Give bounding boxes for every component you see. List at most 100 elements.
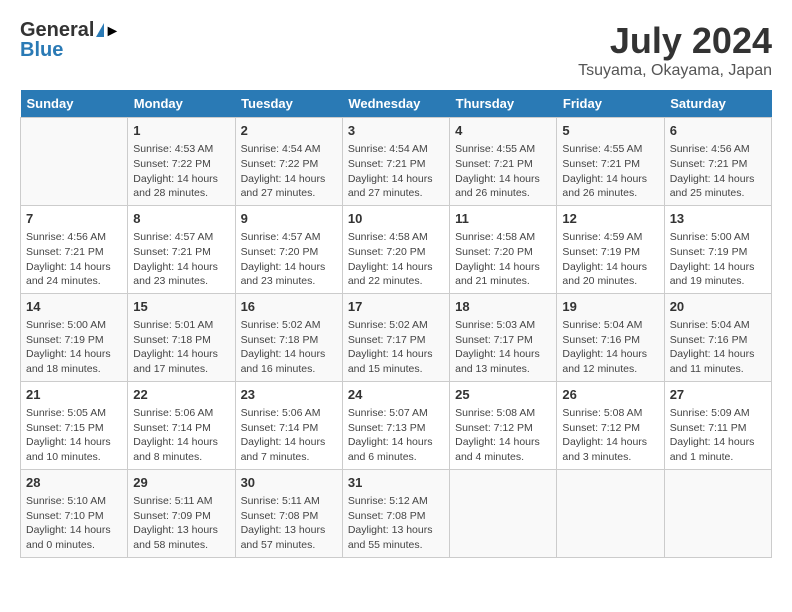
day-number: 1 bbox=[133, 122, 229, 140]
day-number: 22 bbox=[133, 386, 229, 404]
day-number: 27 bbox=[670, 386, 766, 404]
day-content: Sunrise: 5:09 AM Sunset: 7:11 PM Dayligh… bbox=[670, 406, 766, 465]
day-content: Sunrise: 5:03 AM Sunset: 7:17 PM Dayligh… bbox=[455, 318, 551, 377]
day-content: Sunrise: 5:02 AM Sunset: 7:17 PM Dayligh… bbox=[348, 318, 444, 377]
header-cell-tuesday: Tuesday bbox=[235, 90, 342, 118]
day-content: Sunrise: 5:04 AM Sunset: 7:16 PM Dayligh… bbox=[562, 318, 658, 377]
day-number: 16 bbox=[241, 298, 337, 316]
day-content: Sunrise: 4:58 AM Sunset: 7:20 PM Dayligh… bbox=[455, 230, 551, 289]
week-row-1: 1 Sunrise: 4:53 AM Sunset: 7:22 PM Daylig… bbox=[21, 118, 772, 206]
day-content: Sunrise: 5:06 AM Sunset: 7:14 PM Dayligh… bbox=[241, 406, 337, 465]
day-content: Sunrise: 4:53 AM Sunset: 7:22 PM Dayligh… bbox=[133, 142, 229, 201]
header-cell-wednesday: Wednesday bbox=[342, 90, 449, 118]
day-content: Sunrise: 4:54 AM Sunset: 7:21 PM Dayligh… bbox=[348, 142, 444, 201]
day-number: 10 bbox=[348, 210, 444, 228]
day-number: 11 bbox=[455, 210, 551, 228]
day-number: 31 bbox=[348, 474, 444, 492]
calendar-cell: 18 Sunrise: 5:03 AM Sunset: 7:17 PM Dayli… bbox=[450, 293, 557, 381]
calendar-cell: 28 Sunrise: 5:10 AM Sunset: 7:10 PM Dayli… bbox=[21, 469, 128, 557]
calendar-cell: 24 Sunrise: 5:07 AM Sunset: 7:13 PM Dayli… bbox=[342, 381, 449, 469]
logo-icon: ► bbox=[96, 23, 104, 37]
logo-blue-text: Blue bbox=[20, 40, 63, 60]
day-number: 6 bbox=[670, 122, 766, 140]
day-content: Sunrise: 4:57 AM Sunset: 7:20 PM Dayligh… bbox=[241, 230, 337, 289]
calendar-cell bbox=[21, 118, 128, 206]
day-number: 4 bbox=[455, 122, 551, 140]
calendar-cell: 2Sunrise: 4:54 AM Sunset: 7:22 PM Daylig… bbox=[235, 118, 342, 206]
header-cell-friday: Friday bbox=[557, 90, 664, 118]
day-content: Sunrise: 5:05 AM Sunset: 7:15 PM Dayligh… bbox=[26, 406, 122, 465]
day-number: 3 bbox=[348, 122, 444, 140]
calendar-cell: 16 Sunrise: 5:02 AM Sunset: 7:18 PM Dayli… bbox=[235, 293, 342, 381]
day-content: Sunrise: 5:02 AM Sunset: 7:18 PM Dayligh… bbox=[241, 318, 337, 377]
day-number: 28 bbox=[26, 474, 122, 492]
day-content: Sunrise: 5:04 AM Sunset: 7:16 PM Dayligh… bbox=[670, 318, 766, 377]
calendar-cell bbox=[450, 469, 557, 557]
week-row-5: 28 Sunrise: 5:10 AM Sunset: 7:10 PM Dayli… bbox=[21, 469, 772, 557]
calendar-cell: 26Sunrise: 5:08 AM Sunset: 7:12 PM Dayli… bbox=[557, 381, 664, 469]
calendar-cell: 21 Sunrise: 5:05 AM Sunset: 7:15 PM Dayli… bbox=[21, 381, 128, 469]
calendar-cell: 23 Sunrise: 5:06 AM Sunset: 7:14 PM Dayli… bbox=[235, 381, 342, 469]
day-content: Sunrise: 5:01 AM Sunset: 7:18 PM Dayligh… bbox=[133, 318, 229, 377]
calendar-cell bbox=[664, 469, 771, 557]
header-row: SundayMondayTuesdayWednesdayThursdayFrid… bbox=[21, 90, 772, 118]
day-number: 17 bbox=[348, 298, 444, 316]
title-section: July 2024 Tsuyama, Okayama, Japan bbox=[578, 20, 772, 80]
day-number: 25 bbox=[455, 386, 551, 404]
calendar-cell: 31Sunrise: 5:12 AM Sunset: 7:08 PM Dayli… bbox=[342, 469, 449, 557]
day-content: Sunrise: 5:10 AM Sunset: 7:10 PM Dayligh… bbox=[26, 494, 122, 553]
header-cell-monday: Monday bbox=[128, 90, 235, 118]
calendar-cell: 19Sunrise: 5:04 AM Sunset: 7:16 PM Dayli… bbox=[557, 293, 664, 381]
calendar-header: SundayMondayTuesdayWednesdayThursdayFrid… bbox=[21, 90, 772, 118]
logo: General ► Blue bbox=[20, 20, 104, 60]
day-number: 24 bbox=[348, 386, 444, 404]
day-number: 15 bbox=[133, 298, 229, 316]
month-title: July 2024 bbox=[578, 20, 772, 62]
page-header: General ► Blue July 2024 Tsuyama, Okayam… bbox=[20, 20, 772, 80]
day-number: 2 bbox=[241, 122, 337, 140]
day-content: Sunrise: 4:58 AM Sunset: 7:20 PM Dayligh… bbox=[348, 230, 444, 289]
day-content: Sunrise: 4:56 AM Sunset: 7:21 PM Dayligh… bbox=[26, 230, 122, 289]
calendar-cell: 17 Sunrise: 5:02 AM Sunset: 7:17 PM Dayli… bbox=[342, 293, 449, 381]
day-number: 14 bbox=[26, 298, 122, 316]
calendar-cell: 22 Sunrise: 5:06 AM Sunset: 7:14 PM Dayli… bbox=[128, 381, 235, 469]
day-content: Sunrise: 5:00 AM Sunset: 7:19 PM Dayligh… bbox=[26, 318, 122, 377]
calendar-cell: 20 Sunrise: 5:04 AM Sunset: 7:16 PM Dayli… bbox=[664, 293, 771, 381]
week-row-3: 14 Sunrise: 5:00 AM Sunset: 7:19 PM Dayli… bbox=[21, 293, 772, 381]
calendar-cell: 11 Sunrise: 4:58 AM Sunset: 7:20 PM Dayli… bbox=[450, 205, 557, 293]
header-cell-thursday: Thursday bbox=[450, 90, 557, 118]
day-content: Sunrise: 4:55 AM Sunset: 7:21 PM Dayligh… bbox=[455, 142, 551, 201]
day-content: Sunrise: 4:57 AM Sunset: 7:21 PM Dayligh… bbox=[133, 230, 229, 289]
day-content: Sunrise: 5:07 AM Sunset: 7:13 PM Dayligh… bbox=[348, 406, 444, 465]
calendar-cell: 5Sunrise: 4:55 AM Sunset: 7:21 PM Daylig… bbox=[557, 118, 664, 206]
calendar-cell: 29 Sunrise: 5:11 AM Sunset: 7:09 PM Dayli… bbox=[128, 469, 235, 557]
logo-general-text: General bbox=[20, 20, 94, 40]
day-number: 8 bbox=[133, 210, 229, 228]
day-number: 18 bbox=[455, 298, 551, 316]
day-number: 21 bbox=[26, 386, 122, 404]
calendar-cell: 1 Sunrise: 4:53 AM Sunset: 7:22 PM Daylig… bbox=[128, 118, 235, 206]
calendar-cell: 30Sunrise: 5:11 AM Sunset: 7:08 PM Dayli… bbox=[235, 469, 342, 557]
day-content: Sunrise: 5:00 AM Sunset: 7:19 PM Dayligh… bbox=[670, 230, 766, 289]
calendar-body: 1 Sunrise: 4:53 AM Sunset: 7:22 PM Daylig… bbox=[21, 118, 772, 558]
calendar-cell: 15 Sunrise: 5:01 AM Sunset: 7:18 PM Dayli… bbox=[128, 293, 235, 381]
day-content: Sunrise: 4:55 AM Sunset: 7:21 PM Dayligh… bbox=[562, 142, 658, 201]
day-number: 30 bbox=[241, 474, 337, 492]
calendar-cell: 9 Sunrise: 4:57 AM Sunset: 7:20 PM Daylig… bbox=[235, 205, 342, 293]
calendar-cell: 13Sunrise: 5:00 AM Sunset: 7:19 PM Dayli… bbox=[664, 205, 771, 293]
header-cell-saturday: Saturday bbox=[664, 90, 771, 118]
day-number: 20 bbox=[670, 298, 766, 316]
day-content: Sunrise: 5:11 AM Sunset: 7:09 PM Dayligh… bbox=[133, 494, 229, 553]
calendar-cell: 10 Sunrise: 4:58 AM Sunset: 7:20 PM Dayli… bbox=[342, 205, 449, 293]
day-number: 7 bbox=[26, 210, 122, 228]
calendar-cell bbox=[557, 469, 664, 557]
day-content: Sunrise: 5:06 AM Sunset: 7:14 PM Dayligh… bbox=[133, 406, 229, 465]
day-content: Sunrise: 5:08 AM Sunset: 7:12 PM Dayligh… bbox=[562, 406, 658, 465]
day-number: 9 bbox=[241, 210, 337, 228]
calendar-cell: 3 Sunrise: 4:54 AM Sunset: 7:21 PM Daylig… bbox=[342, 118, 449, 206]
day-number: 23 bbox=[241, 386, 337, 404]
calendar-cell: 7 Sunrise: 4:56 AM Sunset: 7:21 PM Daylig… bbox=[21, 205, 128, 293]
day-content: Sunrise: 4:59 AM Sunset: 7:19 PM Dayligh… bbox=[562, 230, 658, 289]
day-number: 29 bbox=[133, 474, 229, 492]
calendar-cell: 12Sunrise: 4:59 AM Sunset: 7:19 PM Dayli… bbox=[557, 205, 664, 293]
